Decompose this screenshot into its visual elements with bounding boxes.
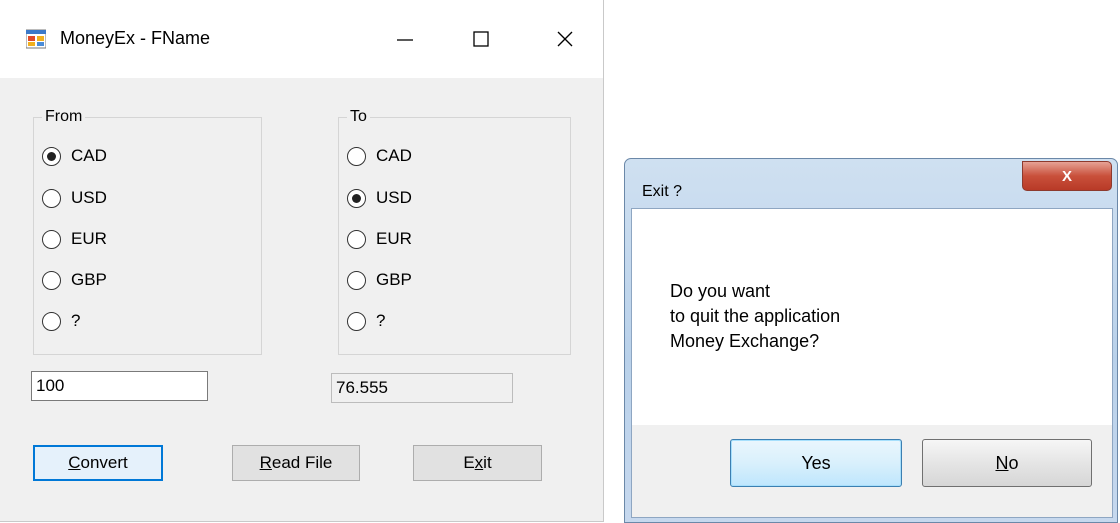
dialog-message-line: Money Exchange? [670,331,820,351]
dialog-message-line: Do you want [670,281,771,301]
app-icon [26,29,46,49]
radio-label: GBP [71,270,107,289]
close-icon [557,31,573,47]
radio-unchecked-icon [347,146,366,166]
radio-label: USD [71,188,107,207]
title-bar: MoneyEx - FName [0,0,603,78]
radio-unchecked-icon [42,229,61,249]
convert-button[interactable]: Convert [33,445,163,481]
radio-label: USD [376,188,412,207]
minimize-icon [397,39,413,41]
from-group-label: From [42,108,86,126]
from-radio-cad[interactable]: CAD [42,144,107,168]
main-window: MoneyEx - FName From CAD USD EUR GBP ? T… [0,0,604,522]
from-radio-gbp[interactable]: GBP [42,268,107,292]
dialog-title: Exit ? [642,183,683,200]
to-group: To CAD USD EUR GBP ? [338,108,571,355]
read-file-mnemonic: R [259,453,272,472]
to-radio-usd[interactable]: USD [347,186,412,210]
radio-label: EUR [71,229,107,248]
radio-label: ? [376,311,386,330]
radio-unchecked-icon [347,229,366,249]
from-radio-usd[interactable]: USD [42,186,107,210]
no-label: o [1008,452,1019,473]
amount-input[interactable]: 100 [31,371,208,401]
to-radio-gbp[interactable]: GBP [347,268,412,292]
radio-label: EUR [376,229,412,248]
read-file-label: ead File [271,453,333,472]
convert-label: onvert [80,453,128,472]
radio-checked-icon [347,188,366,208]
exit-dialog: Exit ? X Do you want to quit the applica… [624,158,1118,523]
radio-label: GBP [376,270,412,289]
convert-mnemonic: C [68,453,81,472]
close-button[interactable] [540,16,590,62]
radio-label: CAD [376,146,412,165]
dialog-close-button[interactable]: X [1022,161,1112,191]
to-radio-eur[interactable]: EUR [347,227,412,251]
exit-label-end: it [483,453,492,472]
radio-label: ? [71,311,81,330]
to-radio-unknown[interactable]: ? [347,309,385,333]
result-output: 76.555 [331,373,513,403]
exit-mnemonic: x [474,453,484,472]
exit-button[interactable]: Ex it [413,445,542,481]
dialog-message-area: Do you want to quit the application Mone… [632,209,1112,425]
radio-unchecked-icon [42,188,61,208]
from-group: From CAD USD EUR GBP ? [33,108,262,355]
radio-unchecked-icon [347,270,366,290]
radio-checked-icon [42,146,61,166]
to-radio-cad[interactable]: CAD [347,144,412,168]
no-button[interactable]: No [922,439,1092,487]
from-radio-unknown[interactable]: ? [42,309,80,333]
radio-unchecked-icon [347,311,366,331]
from-radio-eur[interactable]: EUR [42,227,107,251]
radio-unchecked-icon [42,311,61,331]
window-title: MoneyEx - FName [60,28,211,48]
radio-label: CAD [71,146,107,165]
yes-label: Yes [801,452,831,473]
read-file-button[interactable]: Read File [232,445,360,481]
dialog-message-line: to quit the application [670,306,841,326]
maximize-button[interactable] [456,16,506,62]
exit-label-start: E [463,453,475,472]
dialog-body: Do you want to quit the application Mone… [631,208,1113,518]
maximize-icon [473,31,489,47]
to-group-label: To [347,108,370,126]
no-mnemonic: N [995,452,1009,473]
close-icon: X [1061,167,1072,185]
minimize-button[interactable] [380,16,430,62]
yes-button[interactable]: Yes [730,439,902,487]
radio-unchecked-icon [42,270,61,290]
